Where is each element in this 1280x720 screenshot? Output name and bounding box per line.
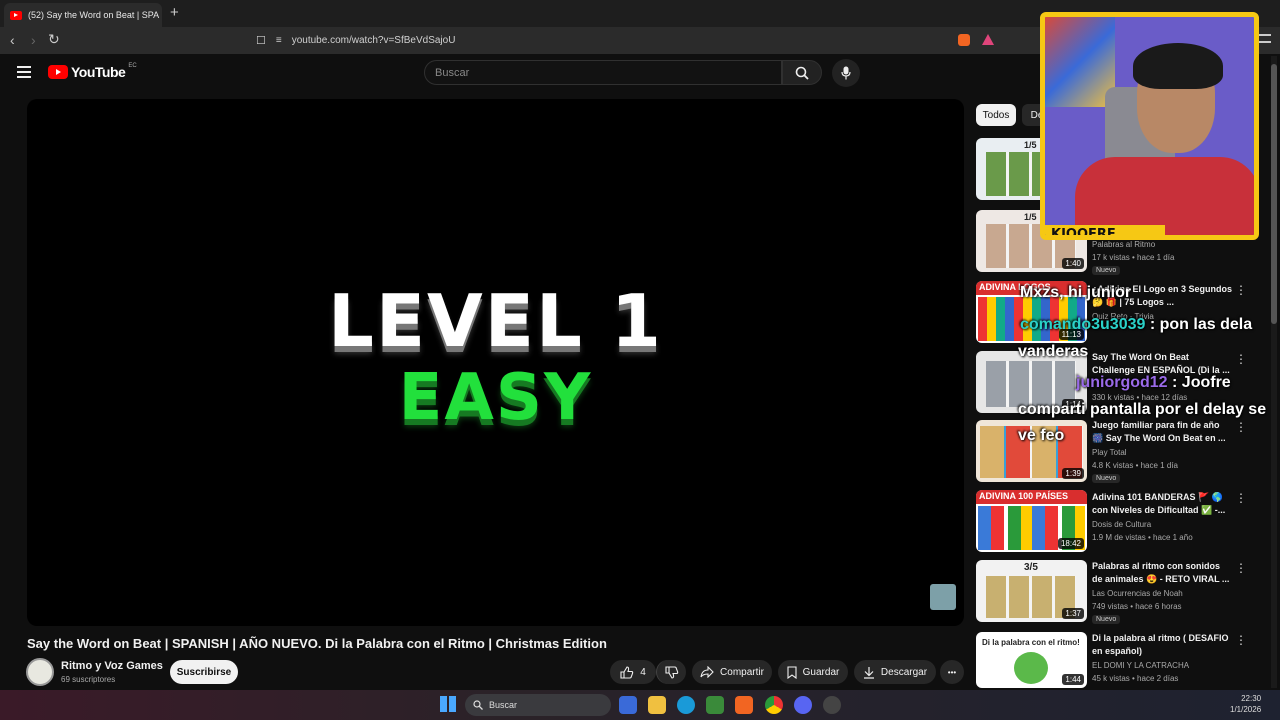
streamer-name-tag: KJOOFRE (1045, 225, 1165, 235)
back-icon[interactable]: ‹ (10, 32, 15, 48)
chat-message: ve feo (1018, 427, 1065, 444)
dislike-button[interactable] (656, 660, 686, 684)
video-title[interactable]: Adivina 101 BANDERAS 🚩 🌎 con Niveles de … (1092, 491, 1232, 517)
webcam-overlay: KJOOFRE (1040, 12, 1259, 240)
search-button[interactable] (782, 60, 822, 85)
new-tab-button[interactable]: + (170, 4, 179, 21)
kebab-menu-icon[interactable]: ⋮ (1235, 352, 1247, 366)
system-clock[interactable]: 22:30 1/1/2026 (1230, 693, 1261, 715)
tab-title: (52) Say the Word on Beat | SPA (28, 10, 160, 20)
save-button[interactable]: Guardar (778, 660, 848, 684)
url-text: youtube.com/watch?v=SfBeVdSajoU (291, 34, 456, 46)
channel-watermark[interactable] (930, 584, 956, 610)
subscribe-button[interactable]: Suscribirse (170, 660, 238, 684)
video-channel[interactable]: Las Ocurrencias de Noah (1092, 589, 1183, 598)
video-title[interactable]: Juego familiar para fin de año 🎆 Say The… (1092, 419, 1232, 445)
video-thumbnail[interactable]: 3/5 1:37 (976, 560, 1087, 622)
page-scrollbar[interactable] (1271, 56, 1277, 688)
download-icon (863, 666, 874, 679)
chat-message: comando3u3039 : pon las dela (1020, 316, 1253, 333)
new-badge: Nuevo (1092, 266, 1121, 275)
windows-taskbar (0, 690, 1280, 720)
video-thumbnail[interactable]: ADIVINA 100 PAÍSES 18:42 (976, 490, 1087, 552)
new-badge: Nuevo (1092, 474, 1121, 483)
kebab-menu-icon[interactable]: ⋮ (1235, 561, 1247, 575)
start-icon[interactable] (440, 696, 456, 712)
search-icon (795, 66, 809, 80)
channel-avatar[interactable] (26, 658, 54, 686)
kebab-menu-icon[interactable]: ⋮ (1235, 491, 1247, 505)
channel-name[interactable]: Ritmo y Voz Games (61, 660, 163, 672)
youtube-play-icon (48, 65, 68, 79)
obs-icon[interactable] (823, 696, 841, 714)
chat-message: comparti pantalla por el delay se (1018, 401, 1267, 418)
video-channel[interactable]: EL DOMI Y LA CATRACHA (1092, 661, 1189, 670)
bookmark-icon[interactable]: ☐ (256, 34, 266, 47)
difficulty-caption: EASY (398, 361, 593, 435)
brave-shield-icon[interactable] (958, 34, 970, 46)
browser-tab[interactable]: (52) Say the Word on Beat | SPA ✕ (4, 3, 162, 27)
search-input[interactable]: Buscar (424, 60, 782, 85)
new-badge: Nuevo (1092, 615, 1121, 624)
video-meta: 45 k vistas • hace 2 días (1092, 674, 1179, 683)
taskbar-search[interactable]: Buscar (465, 694, 611, 716)
streamer-hair (1133, 43, 1223, 89)
video-thumbnail[interactable]: Di la palabra con el ritmo! 1:44 (976, 632, 1087, 688)
level-caption: LEVEL 1 (327, 279, 663, 363)
more-actions-button[interactable]: ••• (940, 660, 964, 684)
subscriber-count: 69 suscriptores (61, 675, 116, 684)
brave-rewards-icon[interactable] (982, 34, 994, 45)
file-explorer-icon[interactable] (648, 696, 666, 714)
discord-icon[interactable] (794, 696, 812, 714)
like-button[interactable]: 4 (610, 660, 656, 684)
thumbs-up-icon (620, 665, 634, 679)
chrome-icon[interactable] (765, 696, 783, 714)
share-button[interactable]: Compartir (692, 660, 772, 684)
video-meta: 17 k vistas • hace 1 día (1092, 253, 1175, 262)
bookmark-save-icon (787, 665, 797, 679)
youtube-logo[interactable]: YouTube EC (48, 63, 137, 80)
chat-message: juniorgod12 : Joofre (1076, 374, 1231, 391)
menu-icon[interactable] (17, 66, 31, 78)
search-icon (473, 700, 483, 710)
microphone-icon (841, 66, 851, 80)
video-player[interactable]: LEVEL 1 EASY (27, 99, 964, 626)
video-meta: 749 vistas • hace 6 horas (1092, 602, 1182, 611)
minecraft-icon[interactable] (706, 696, 724, 714)
video-channel[interactable]: Dosis de Cultura (1092, 520, 1151, 529)
video-channel[interactable]: Palabras al Ritmo (1092, 240, 1155, 249)
kebab-menu-icon[interactable]: ⋮ (1235, 420, 1247, 434)
site-info-icon[interactable]: ≡ (276, 35, 282, 46)
video-meta: 1.9 M de vistas • hace 1 año (1092, 533, 1193, 542)
video-title: Say the Word on Beat | SPANISH | AÑO NUE… (27, 636, 607, 651)
forward-icon[interactable]: › (31, 32, 36, 48)
scrollbar-thumb[interactable] (1271, 64, 1277, 324)
video-channel[interactable]: Play Total (1092, 448, 1127, 457)
kebab-menu-icon[interactable]: ⋮ (1235, 633, 1247, 647)
youtube-favicon-icon (10, 10, 22, 20)
share-icon (700, 666, 714, 678)
kebab-menu-icon[interactable]: ⋮ (1235, 283, 1247, 297)
video-title[interactable]: Di la palabra al ritmo ( DESAFIO en espa… (1092, 632, 1232, 658)
browser-menu-icon[interactable] (1259, 34, 1271, 43)
app-icon[interactable] (619, 696, 637, 714)
url-field[interactable]: ☐ ≡ youtube.com/watch?v=SfBeVdSajoU (256, 30, 996, 50)
like-count: 4 (640, 666, 646, 678)
video-title[interactable]: Palabras al ritmo con sonidos de animale… (1092, 560, 1232, 586)
download-button[interactable]: Descargar (854, 660, 936, 684)
voice-search-button[interactable] (832, 59, 860, 87)
chat-message: vanderas (1018, 343, 1089, 360)
chat-message: Mxzs, hi junior (1020, 284, 1132, 301)
brave-icon[interactable] (735, 696, 753, 714)
reload-icon[interactable]: ↻ (48, 31, 60, 48)
edge-icon[interactable] (677, 696, 695, 714)
chip-all[interactable]: Todos (976, 104, 1016, 126)
video-meta: 4.8 K vistas • hace 1 día (1092, 461, 1178, 470)
thumbs-down-icon (664, 665, 678, 679)
